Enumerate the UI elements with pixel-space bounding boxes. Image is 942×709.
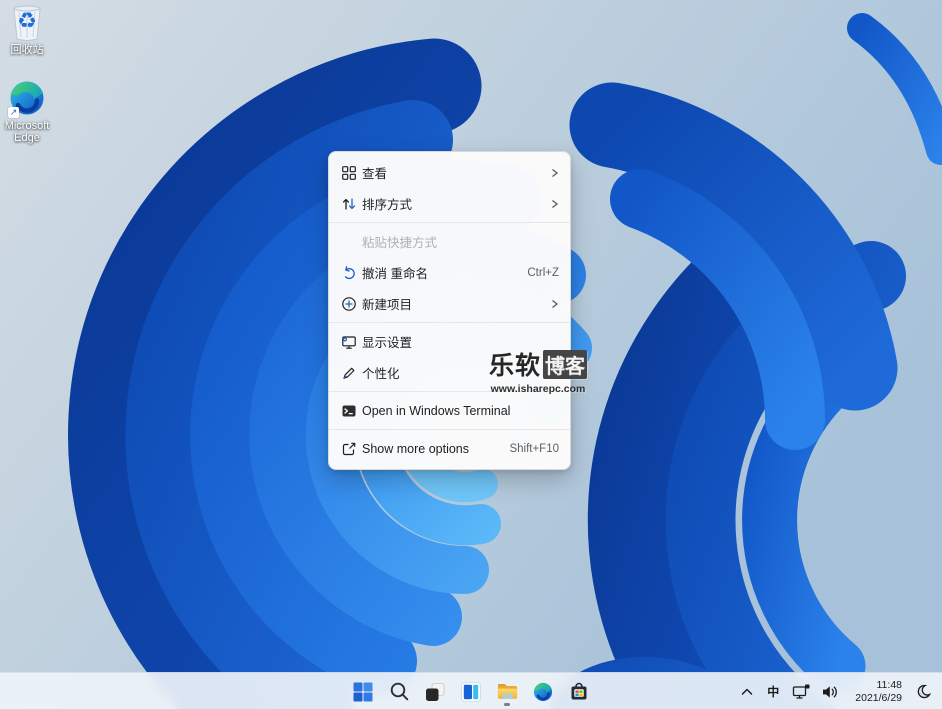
icon-label: 回收站 — [0, 44, 59, 56]
search-icon — [389, 681, 410, 702]
menu-item-shortcut: Shift+F10 — [509, 443, 559, 455]
file-explorer-icon — [496, 680, 519, 703]
menu-item-label: 排序方式 — [362, 194, 543, 213]
chevron-right-icon — [551, 199, 559, 209]
chevron-up-icon — [740, 686, 754, 698]
recycle-bin-desktop-icon[interactable]: ♻ 回收站 — [0, 4, 59, 56]
undo-icon — [341, 265, 357, 281]
taskbar-tray: 中 11:48 2021/6/29 — [735, 673, 938, 709]
start-button[interactable] — [350, 677, 376, 707]
network-button[interactable] — [787, 677, 816, 707]
search-button[interactable] — [386, 677, 412, 707]
moon-icon — [916, 683, 933, 700]
widgets-button[interactable] — [458, 677, 484, 707]
windows-logo-icon — [353, 682, 373, 702]
empty-icon-slot — [341, 234, 357, 250]
menu-item-show-more-options[interactable]: Show more options Shift+F10 — [329, 433, 570, 464]
desktop: ♻ 回收站 ↗ Microsoft Edge — [0, 0, 942, 709]
icon-label: Microsoft Edge — [0, 120, 59, 144]
tray-date: 2021/6/29 — [855, 692, 902, 705]
menu-separator — [329, 222, 570, 223]
menu-item-view[interactable]: 查看 — [329, 157, 570, 188]
task-view-button[interactable] — [422, 677, 448, 707]
edge-button[interactable] — [530, 677, 556, 707]
ethernet-network-icon — [792, 683, 811, 700]
recycle-bin-icon: ♻ — [7, 4, 47, 42]
personalize-brush-icon — [341, 365, 357, 381]
chevron-right-icon — [551, 168, 559, 178]
watermark: 乐软 博客 www.isharepc.com — [489, 346, 587, 395]
file-explorer-button[interactable] — [494, 677, 520, 707]
running-indicator — [504, 703, 510, 706]
menu-item-label: Open in Windows Terminal — [362, 404, 559, 418]
desktop-context-menu: 查看 排序方式 粘贴快捷方式 — [328, 151, 571, 470]
focus-assist-button[interactable] — [911, 677, 938, 707]
watermark-brand: 乐软 — [489, 346, 541, 382]
watermark-url: www.isharepc.com — [489, 383, 587, 395]
view-grid-icon — [341, 165, 357, 181]
microsoft-store-icon — [568, 681, 590, 703]
new-item-plus-icon — [341, 296, 357, 312]
ime-indicator[interactable]: 中 — [759, 677, 787, 707]
menu-item-label: 粘贴快捷方式 — [362, 232, 559, 251]
menu-item-open-windows-terminal[interactable]: Open in Windows Terminal — [329, 395, 570, 426]
menu-item-label: Show more options — [362, 442, 501, 456]
show-more-options-icon — [341, 441, 357, 457]
chevron-right-icon — [551, 299, 559, 309]
edge-icon — [532, 681, 554, 703]
terminal-icon — [341, 403, 357, 419]
tray-expand-button[interactable] — [735, 677, 759, 707]
edge-icon: ↗ — [7, 80, 47, 118]
menu-item-new[interactable]: 新建项目 — [329, 288, 570, 319]
taskbar: 中 11:48 2021/6/29 — [0, 672, 942, 709]
menu-item-label: 撤消 重命名 — [362, 263, 519, 282]
menu-item-shortcut: Ctrl+Z — [527, 267, 559, 279]
volume-button[interactable] — [816, 677, 844, 707]
menu-item-sort-by[interactable]: 排序方式 — [329, 188, 570, 219]
speaker-icon — [821, 684, 839, 700]
tray-time: 11:48 — [855, 679, 902, 692]
store-button[interactable] — [566, 677, 592, 707]
clock[interactable]: 11:48 2021/6/29 — [844, 677, 911, 707]
watermark-brand-badge: 博客 — [543, 350, 587, 379]
menu-item-paste-shortcut: 粘贴快捷方式 — [329, 226, 570, 257]
recycle-arrows-symbol: ♻ — [7, 8, 47, 34]
menu-item-label: 查看 — [362, 163, 543, 182]
widgets-icon — [460, 681, 482, 703]
shortcut-arrow-badge: ↗ — [8, 107, 19, 118]
menu-item-undo-rename[interactable]: 撤消 重命名 Ctrl+Z — [329, 257, 570, 288]
display-settings-icon — [341, 334, 357, 350]
sort-arrows-icon — [341, 196, 357, 212]
menu-separator — [329, 429, 570, 430]
taskbar-center-buttons — [350, 673, 592, 709]
task-view-icon — [424, 681, 446, 703]
menu-separator — [329, 322, 570, 323]
edge-desktop-icon[interactable]: ↗ Microsoft Edge — [0, 80, 59, 144]
menu-item-label: 新建项目 — [362, 294, 543, 313]
